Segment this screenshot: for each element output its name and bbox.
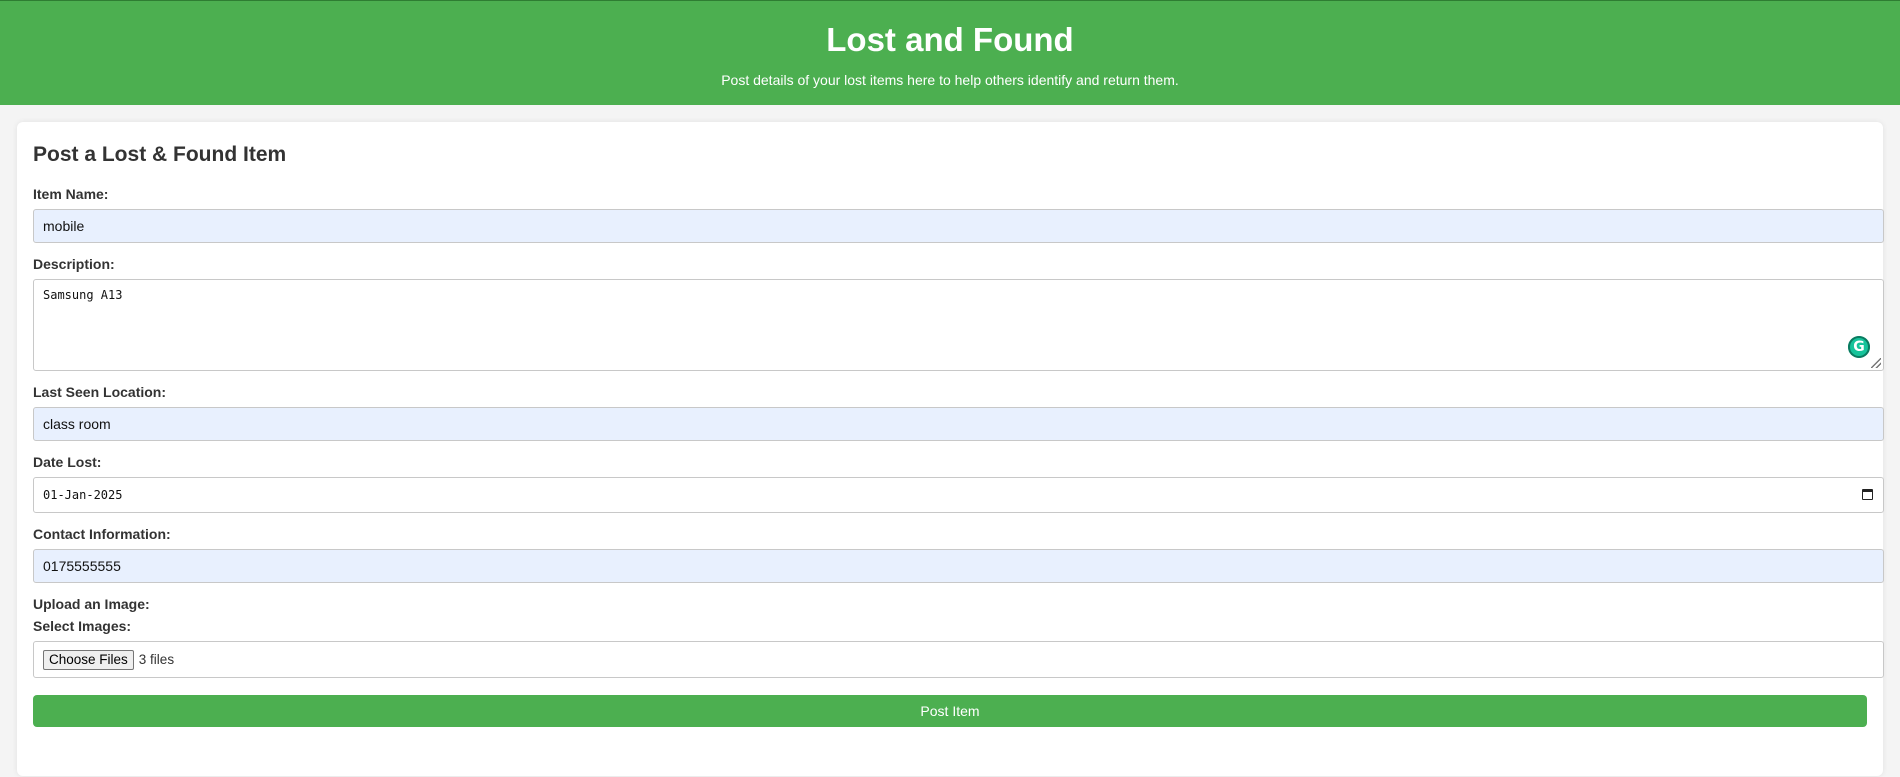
page-header: Lost and Found Post details of your lost… bbox=[0, 0, 1900, 105]
upload-image-label: Upload an Image: bbox=[33, 596, 150, 612]
page-subtitle: Post details of your lost items here to … bbox=[721, 72, 1179, 88]
post-item-button[interactable]: Post Item bbox=[33, 695, 1867, 727]
post-item-form: Post a Lost & Found Item Item Name: mobi… bbox=[17, 122, 1884, 776]
calendar-icon[interactable] bbox=[1862, 489, 1873, 500]
form-heading: Post a Lost & Found Item bbox=[33, 143, 287, 166]
date-lost-input[interactable]: 01-Jan-2025 bbox=[33, 477, 1884, 513]
grammarly-icon[interactable]: G bbox=[1848, 336, 1870, 358]
location-label: Last Seen Location: bbox=[33, 384, 167, 400]
item-name-input[interactable]: mobile bbox=[33, 209, 1884, 243]
contact-label: Contact Information: bbox=[33, 526, 171, 542]
select-images-label: Select Images: bbox=[33, 618, 132, 634]
description-textarea[interactable]: Samsung A13 G bbox=[33, 279, 1884, 371]
location-input[interactable]: class room bbox=[33, 407, 1884, 441]
file-input[interactable]: Choose Files 3 files bbox=[33, 641, 1884, 678]
description-label: Description: bbox=[33, 256, 115, 272]
contact-input[interactable]: 0175555555 bbox=[33, 549, 1884, 583]
choose-files-button[interactable]: Choose Files bbox=[43, 649, 134, 670]
date-lost-label: Date Lost: bbox=[33, 454, 102, 470]
date-lost-value: 01-Jan-2025 bbox=[43, 488, 123, 502]
resize-handle-icon[interactable] bbox=[1871, 358, 1881, 368]
page-title: Lost and Found bbox=[826, 21, 1074, 58]
file-count-text: 3 files bbox=[138, 652, 175, 667]
description-text: Samsung A13 bbox=[43, 288, 123, 302]
item-name-label: Item Name: bbox=[33, 186, 109, 202]
